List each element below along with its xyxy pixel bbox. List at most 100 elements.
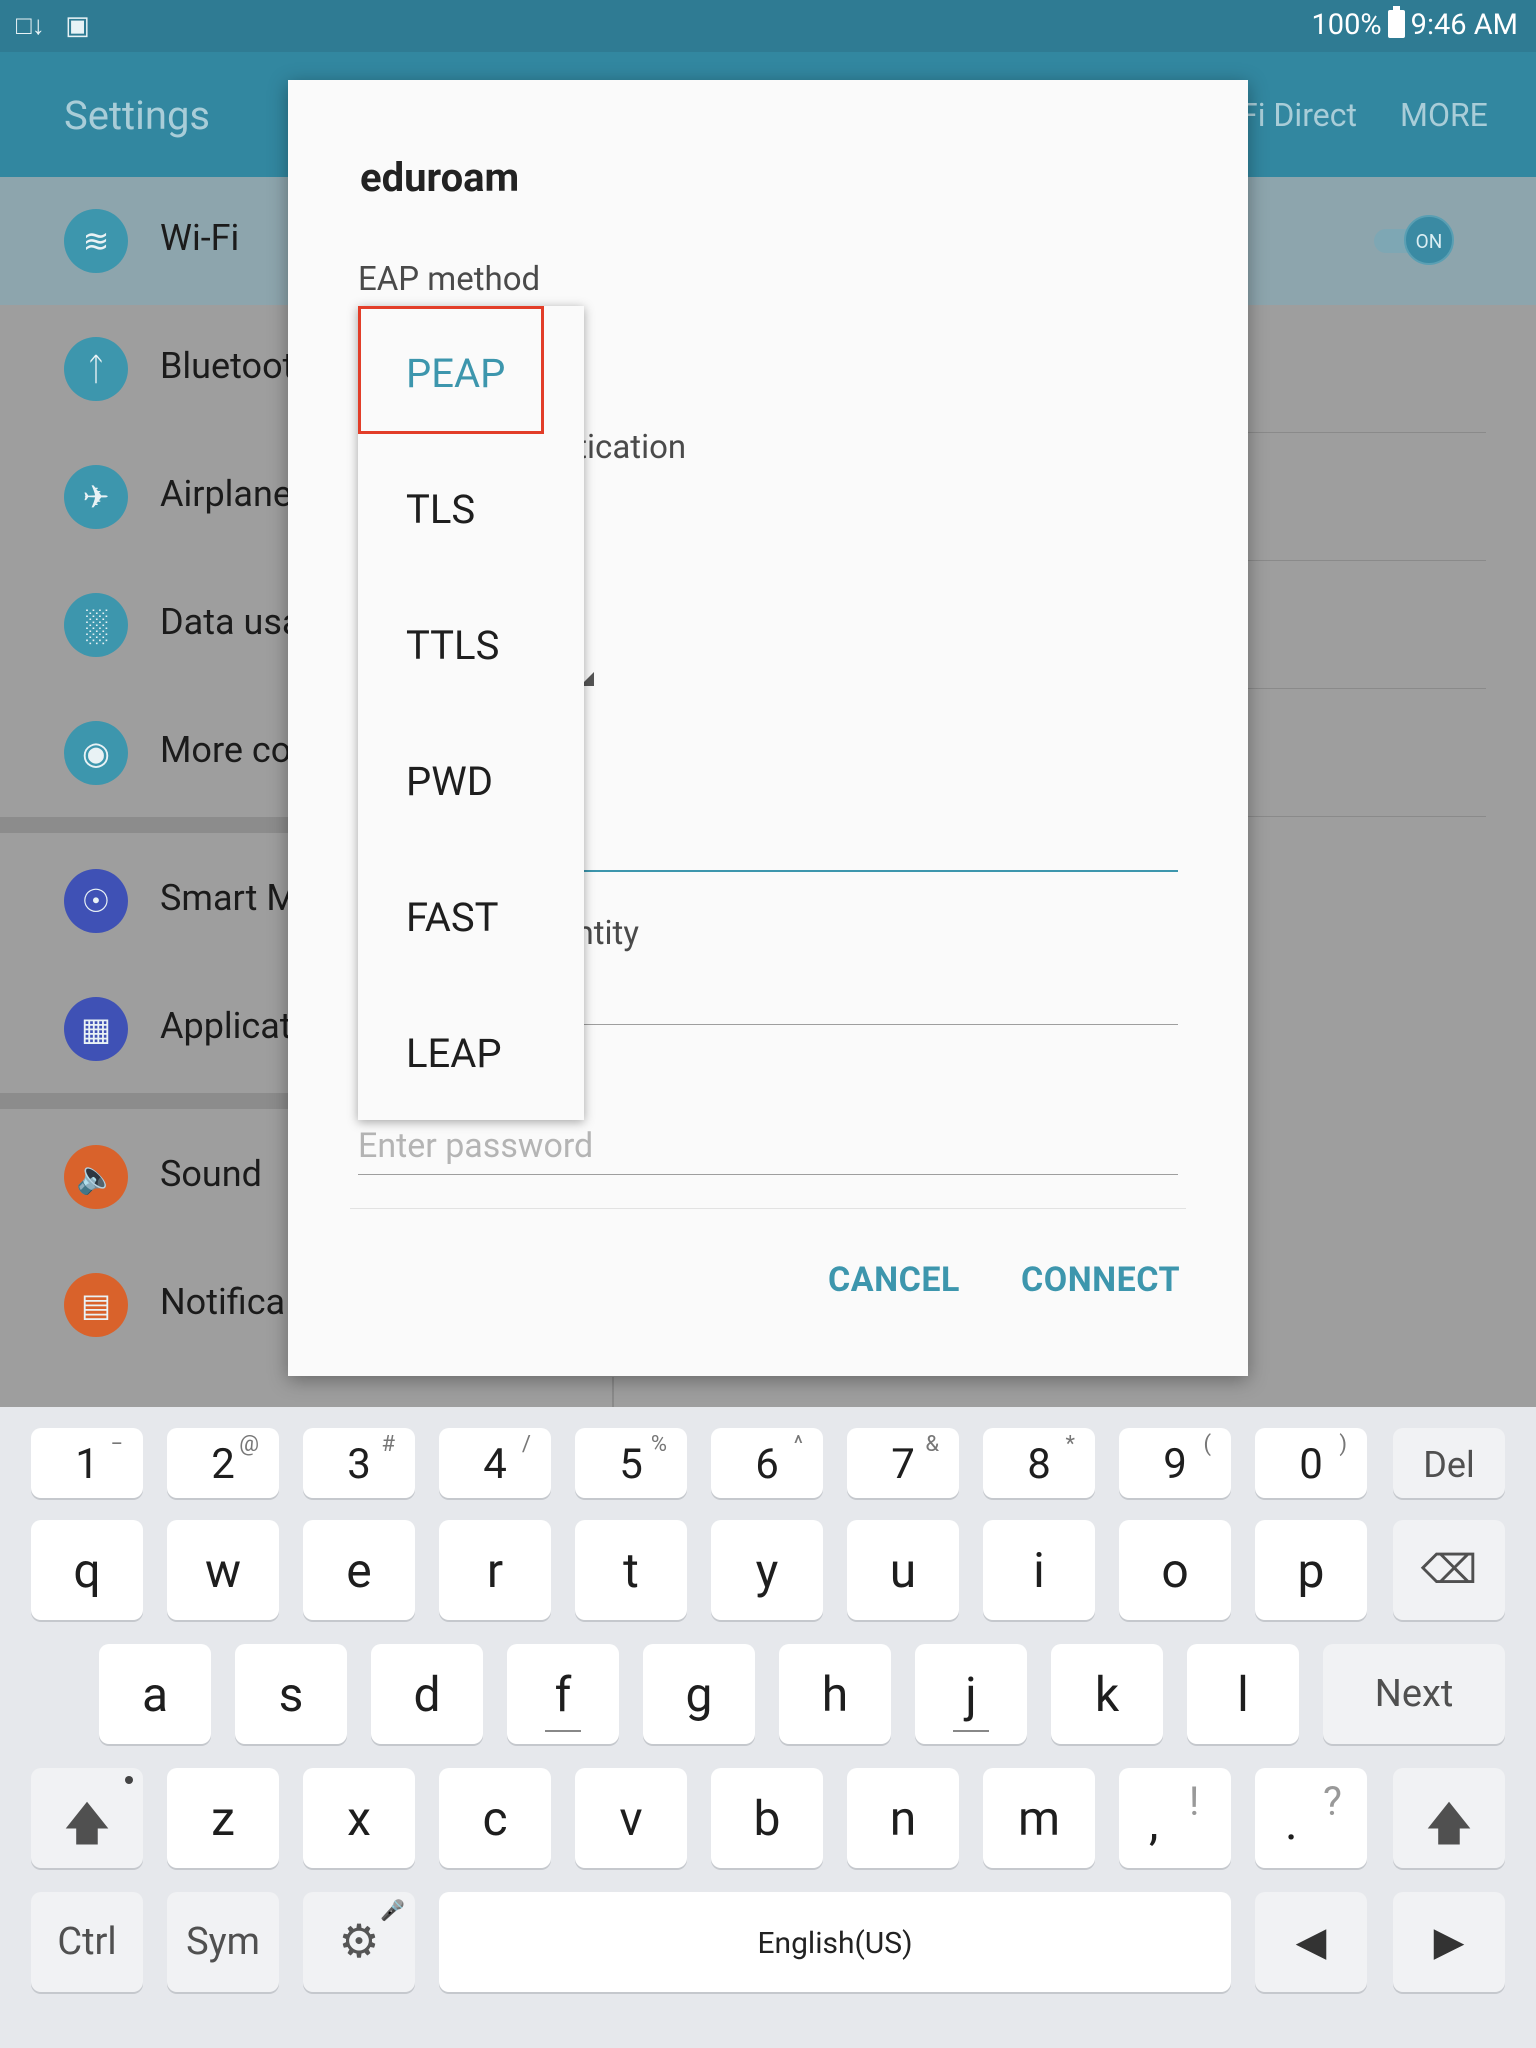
key-m[interactable]: m [983, 1768, 1095, 1868]
key-label: Next [1374, 1672, 1454, 1716]
key-x[interactable]: x [303, 1768, 415, 1868]
settings-key[interactable]: ⚙ 🎤 [303, 1892, 415, 1992]
key-1[interactable]: 1− [31, 1428, 143, 1498]
shift-key-right[interactable]: 🡅 [1393, 1768, 1505, 1868]
key-sub-label: / [521, 1432, 531, 1457]
key-6[interactable]: 6 ^ [711, 1428, 823, 1498]
key-2[interactable]: 2 @ [167, 1428, 279, 1498]
settings-item-label: Data usa [160, 601, 302, 643]
smart-manager-icon: ☉ [64, 869, 128, 933]
field-underline [578, 870, 1178, 872]
ctrl-key[interactable]: Ctrl [31, 1892, 143, 1992]
key-l[interactable]: l [1187, 1644, 1299, 1744]
list-divider [612, 1377, 614, 1407]
key-z[interactable]: z [167, 1768, 279, 1868]
sound-icon: 🔈 [64, 1145, 128, 1209]
key-comma[interactable]: ,! [1119, 1768, 1231, 1868]
eap-option-peap[interactable]: PEAP [358, 306, 584, 442]
key-n[interactable]: n [847, 1768, 959, 1868]
applications-icon: ▦ [64, 997, 128, 1061]
left-arrow-icon: ◀ [1295, 1918, 1327, 1965]
key-j[interactable]: j [915, 1644, 1027, 1744]
key-q[interactable]: q [31, 1520, 143, 1620]
key-0[interactable]: 0) [1255, 1428, 1367, 1498]
del-key[interactable]: Del [1393, 1428, 1505, 1498]
key-9[interactable]: 9( [1119, 1428, 1231, 1498]
key-i[interactable]: i [983, 1520, 1095, 1620]
key-label: z [211, 1790, 235, 1847]
key-sub-label: # [381, 1432, 395, 1457]
key-label: English(US) [757, 1926, 913, 1961]
bluetooth-icon: ᛏ [64, 337, 128, 401]
tablet-download-icon: □↓ [16, 11, 45, 41]
key-e[interactable]: e [303, 1520, 415, 1620]
data-usage-icon: ░ [64, 593, 128, 657]
wifi-toggle[interactable]: ON [1374, 215, 1454, 265]
key-o[interactable]: o [1119, 1520, 1231, 1620]
key-y[interactable]: y [711, 1520, 823, 1620]
shift-key-left[interactable]: 🡅 [31, 1768, 143, 1868]
key-b[interactable]: b [711, 1768, 823, 1868]
key-v[interactable]: v [575, 1768, 687, 1868]
key-8[interactable]: 8 * [983, 1428, 1095, 1498]
clock: 9:46 AM [1410, 8, 1518, 42]
battery-icon [1387, 6, 1405, 38]
key-label: 4 [483, 1440, 507, 1489]
soft-keyboard: 1− 2 @ 3 # 4/ 5% 6 ^ 7 & 8 * 9( 0) Del q w e … [0, 1408, 1536, 2048]
settings-item-label: Smart M [160, 877, 298, 919]
gear-icon: ⚙ [338, 1915, 380, 1969]
key-u[interactable]: u [847, 1520, 959, 1620]
key-label: 8 [1027, 1440, 1051, 1489]
shift-indicator-dot [125, 1776, 133, 1784]
option-label: PWD [406, 758, 493, 805]
backspace-key[interactable]: ⌫ [1393, 1520, 1505, 1620]
key-label: a [141, 1666, 169, 1723]
microphone-icon: 🎤 [380, 1898, 405, 1922]
key-period[interactable]: .? [1255, 1768, 1367, 1868]
key-label: h [821, 1666, 849, 1723]
key-r[interactable]: r [439, 1520, 551, 1620]
eap-option-fast[interactable]: FAST [358, 850, 584, 986]
key-sub-label: ! [1189, 1778, 1200, 1825]
dialog-divider [350, 1208, 1186, 1209]
settings-item-label: More co [160, 729, 292, 771]
battery-percent: 100% [1311, 8, 1382, 42]
eap-option-pwd[interactable]: PWD [358, 714, 584, 850]
password-field[interactable] [358, 1118, 1178, 1175]
eap-option-leap[interactable]: LEAP [358, 986, 584, 1122]
key-label: 3 [347, 1440, 371, 1489]
key-f[interactable]: f [507, 1644, 619, 1744]
key-label: b [753, 1790, 781, 1847]
key-h[interactable]: h [779, 1644, 891, 1744]
cursor-left-key[interactable]: ◀ [1255, 1892, 1367, 1992]
eap-option-tls[interactable]: TLS [358, 442, 584, 578]
key-d[interactable]: d [371, 1644, 483, 1744]
next-key[interactable]: Next [1323, 1644, 1505, 1744]
connect-button[interactable]: CONNECT [1021, 1260, 1180, 1300]
key-w[interactable]: w [167, 1520, 279, 1620]
key-t[interactable]: t [575, 1520, 687, 1620]
key-label: y [755, 1542, 779, 1599]
settings-item-label: Wi-Fi [160, 217, 240, 259]
key-k[interactable]: k [1051, 1644, 1163, 1744]
home-row-marker [545, 1730, 581, 1732]
spacebar[interactable]: English(US) [439, 1892, 1231, 1992]
key-c[interactable]: c [439, 1768, 551, 1868]
cursor-right-key[interactable]: ▶ [1393, 1892, 1505, 1992]
key-s[interactable]: s [235, 1644, 347, 1744]
key-5[interactable]: 5% [575, 1428, 687, 1498]
key-7[interactable]: 7 & [847, 1428, 959, 1498]
key-p[interactable]: p [1255, 1520, 1367, 1620]
key-label: m [1017, 1790, 1061, 1847]
key-a[interactable]: a [99, 1644, 211, 1744]
key-4[interactable]: 4/ [439, 1428, 551, 1498]
key-g[interactable]: g [643, 1644, 755, 1744]
more-button[interactable]: MORE [1400, 96, 1488, 134]
sym-key[interactable]: Sym [167, 1892, 279, 1992]
wifi-direct-button[interactable]: Fi Direct [1240, 96, 1357, 134]
cancel-button[interactable]: CANCEL [828, 1260, 960, 1300]
dialog-title: eduroam [360, 154, 520, 201]
key-label: d [413, 1666, 441, 1723]
eap-option-ttls[interactable]: TTLS [358, 578, 584, 714]
key-3[interactable]: 3 # [303, 1428, 415, 1498]
